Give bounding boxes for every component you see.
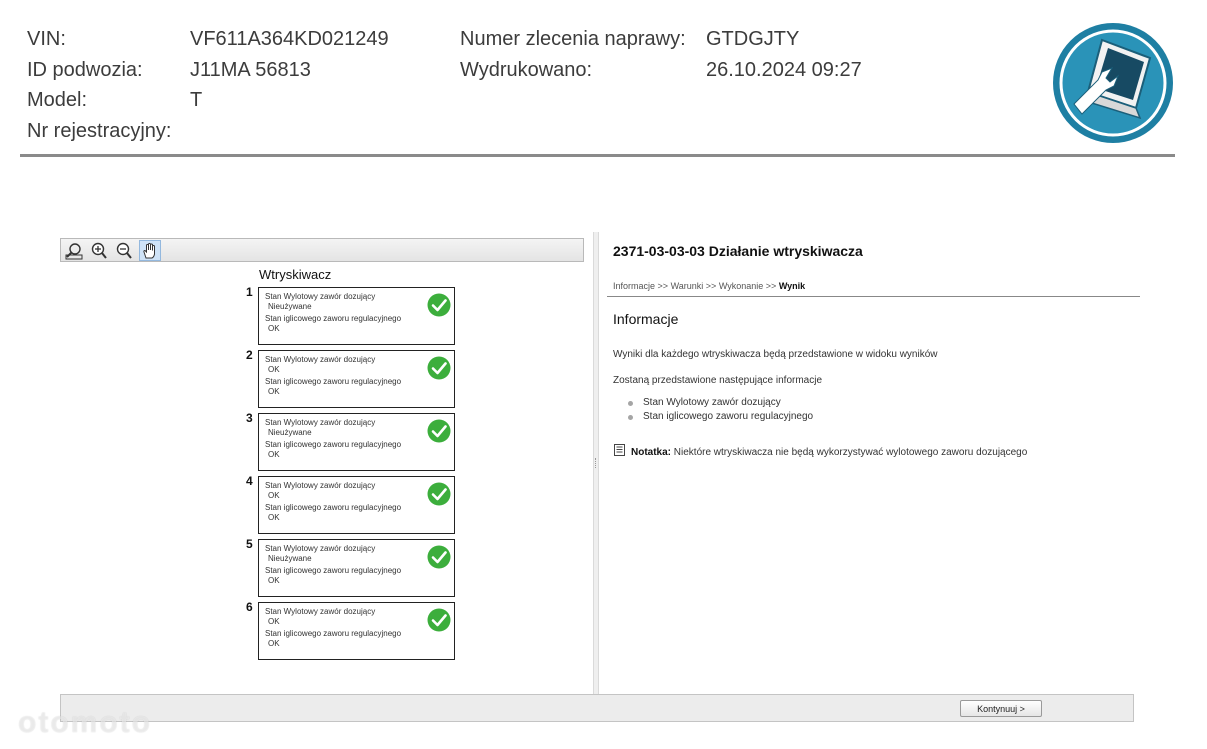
order-value: GTDGJTY	[706, 28, 800, 50]
injector-result-box: Stan Wylotowy zawór dozujący Nieużywane St…	[258, 413, 455, 471]
injector-regulator-label: Stan iglicowego zaworu regulacyjnego	[265, 440, 402, 449]
injector-result-box: Stan Wylotowy zawór dozujący OK Stan iglic…	[258, 350, 455, 408]
injector-valve-value: Nieużywane	[268, 302, 312, 311]
injector-valve-label: Stan Wylotowy zawór dozujący	[265, 481, 376, 490]
panel-splitter[interactable]	[593, 232, 599, 694]
header-divider	[20, 154, 1175, 157]
breadcrumb-divider	[607, 296, 1140, 297]
note-text: Niektóre wtryskiwacza nie będą wykorzyst…	[673, 447, 1028, 458]
injector-valve-label: Stan Wylotowy zawór dozujący	[265, 607, 376, 616]
injector-valve-label: Stan Wylotowy zawór dozujący	[265, 544, 376, 553]
breadcrumb-item-warunki[interactable]: Warunki	[671, 281, 704, 291]
vin-label: VIN:	[27, 28, 66, 50]
registration-label: Nr rejestracyjny:	[27, 120, 172, 142]
note-icon	[614, 444, 625, 456]
printed-value: 26.10.2024 09:27	[706, 59, 862, 81]
injector-regulator-value: OK	[268, 576, 280, 585]
breadcrumb-item-current: Wynik	[778, 281, 806, 291]
injector-number: 3	[246, 411, 253, 425]
injector-regulator-label: Stan iglicowego zaworu regulacyjnego	[265, 314, 402, 323]
breadcrumb-separator: >>	[765, 281, 777, 291]
breadcrumb-item-informacje[interactable]: Informacje	[613, 281, 655, 291]
info-paragraph-2: Zostaną przedstawione następujące inform…	[613, 375, 823, 386]
injector-valve-label: Stan Wylotowy zawór dozujący	[265, 418, 376, 427]
injector-regulator-value: OK	[268, 324, 280, 333]
check-ok-icon	[427, 608, 451, 632]
chassis-value: J11MA 56813	[190, 59, 311, 81]
injector-diagram-title: Wtryskiwacz	[259, 267, 332, 282]
injector-regulator-value: OK	[268, 513, 280, 522]
injector-regulator-label: Stan iglicowego zaworu regulacyjnego	[265, 629, 402, 638]
breadcrumb: Informacje >> Warunki >> Wykonanie >> Wy…	[613, 281, 805, 291]
zoom-fit-icon[interactable]	[63, 240, 85, 261]
bullet-icon	[628, 415, 633, 420]
note-label: Notatka:	[631, 447, 672, 458]
injector-regulator-value: OK	[268, 450, 280, 459]
zoom-out-icon[interactable]	[113, 240, 135, 261]
section-title: Informacje	[613, 311, 679, 327]
bullet-icon	[628, 401, 633, 406]
injector-number: 4	[246, 474, 253, 488]
injector-valve-value: Nieużywane	[268, 554, 312, 563]
injector-result-box: Stan Wylotowy zawór dozujący Nieużywane St…	[258, 287, 455, 345]
model-label: Model:	[27, 89, 88, 111]
watermark: otomoto	[18, 706, 152, 739]
injector-valve-value: OK	[268, 617, 280, 626]
injector-valve-value: OK	[268, 365, 280, 374]
info-paragraph-1: Wyniki dla każdego wtryskiwacza będą prz…	[613, 349, 938, 360]
pan-hand-icon[interactable]	[139, 240, 161, 261]
breadcrumb-item-wykonanie[interactable]: Wykonanie	[719, 281, 763, 291]
info-bullet-2: Stan iglicowego zaworu regulacyjnego	[643, 411, 814, 422]
injector-regulator-value: OK	[268, 387, 280, 396]
page-title: 2371-03-03-03 Działanie wtryskiwacza	[613, 243, 863, 259]
model-value: T	[190, 89, 203, 111]
breadcrumb-separator: >>	[705, 281, 717, 291]
breadcrumb-separator: >>	[657, 281, 669, 291]
info-bullet-1: Stan Wylotowy zawór dozujący	[643, 397, 781, 408]
injector-valve-label: Stan Wylotowy zawór dozujący	[265, 355, 376, 364]
injector-valve-label: Stan Wylotowy zawór dozujący	[265, 292, 376, 301]
injector-valve-value: OK	[268, 491, 280, 500]
splitter-grip[interactable]	[595, 458, 597, 468]
injector-regulator-value: OK	[268, 639, 280, 648]
printed-label: Wydrukowano:	[460, 59, 593, 81]
diagram-toolbar	[60, 238, 584, 262]
injector-result-box: Stan Wylotowy zawór dozujący OK Stan iglic…	[258, 476, 455, 534]
order-label: Numer zlecenia naprawy:	[460, 28, 686, 50]
vin-value: VF611A364KD021249	[190, 28, 389, 50]
injector-result-box: Stan Wylotowy zawór dozujący Nieużywane St…	[258, 539, 455, 597]
continue-button[interactable]: Kontynuuj >	[960, 700, 1042, 717]
injector-number: 5	[246, 537, 253, 551]
wrench-laptop-logo-icon	[1053, 23, 1173, 143]
injector-regulator-label: Stan iglicowego zaworu regulacyjnego	[265, 377, 402, 386]
note: Notatka: Niektóre wtryskiwacza nie będą …	[631, 447, 1027, 458]
injector-number: 2	[246, 348, 253, 362]
injector-valve-value: Nieużywane	[268, 428, 312, 437]
check-ok-icon	[427, 545, 451, 569]
check-ok-icon	[427, 293, 451, 317]
injector-number: 6	[246, 600, 253, 614]
check-ok-icon	[427, 482, 451, 506]
chassis-label: ID podwozia:	[27, 59, 143, 81]
check-ok-icon	[427, 356, 451, 380]
injector-number: 1	[246, 285, 253, 299]
injector-regulator-label: Stan iglicowego zaworu regulacyjnego	[265, 566, 402, 575]
injector-result-box: Stan Wylotowy zawór dozujący OK Stan iglic…	[258, 602, 455, 660]
injector-regulator-label: Stan iglicowego zaworu regulacyjnego	[265, 503, 402, 512]
check-ok-icon	[427, 419, 451, 443]
zoom-in-icon[interactable]	[88, 240, 110, 261]
